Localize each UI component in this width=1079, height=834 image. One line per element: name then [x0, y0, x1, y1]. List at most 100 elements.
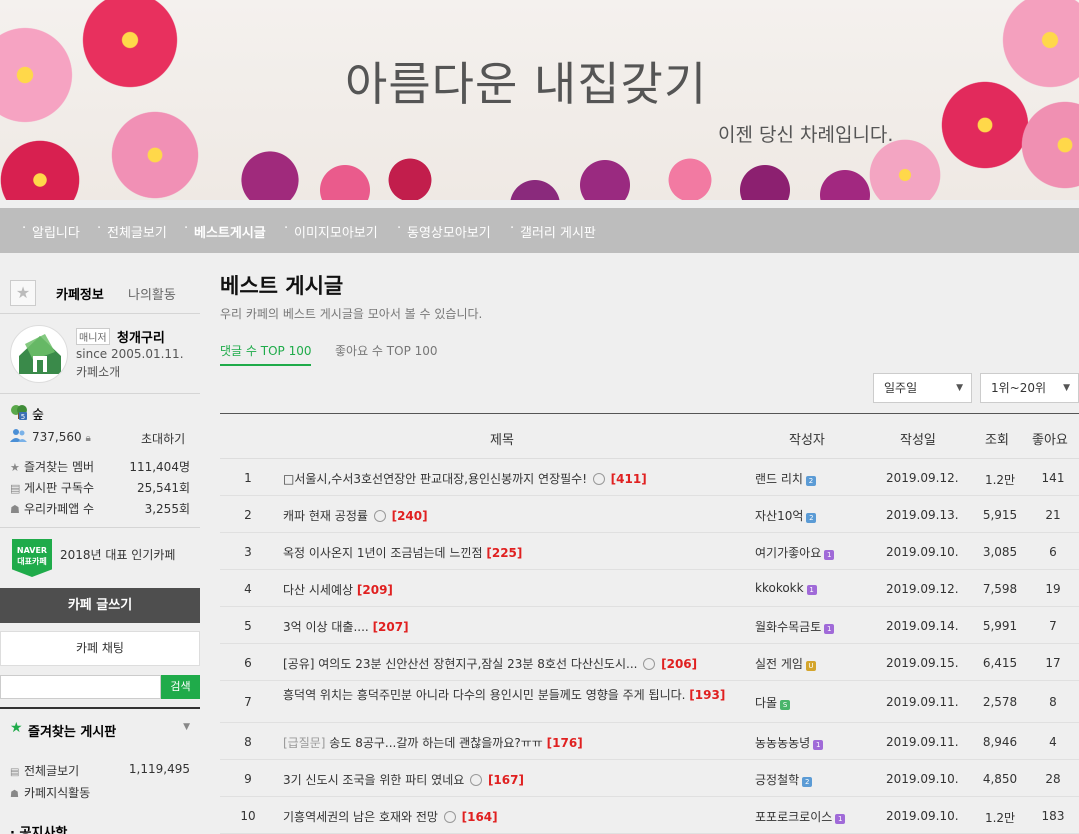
- nav-item[interactable]: 갤러리 게시판: [520, 222, 596, 241]
- cafe-stat-row[interactable]: ▤ 게시판 구독수 25,541회: [10, 479, 190, 496]
- tab-my-activity[interactable]: 나의활동: [128, 284, 176, 303]
- notice-section[interactable]: · 공지사항: [10, 822, 67, 834]
- post-views: 1.2만: [984, 810, 1016, 825]
- post-title-text: 캐파 현재 공정률: [283, 509, 368, 523]
- comment-count: [164]: [461, 810, 498, 824]
- post-title-link[interactable]: 3기 신도시 조국을 위한 파티 였네요 [167]: [283, 771, 524, 788]
- naver-badge-line: 대표카페: [17, 557, 47, 566]
- post-title-link[interactable]: 캐파 현재 공정률 [240]: [283, 507, 428, 524]
- post-date: 2019.09.11.: [886, 695, 959, 709]
- cafe-intro-link[interactable]: 카페소개: [76, 363, 120, 380]
- comment-count: [209]: [356, 583, 393, 597]
- cafe-banner[interactable]: 아름다운 내집갖기 이젠 당신 차례입니다.: [0, 0, 1079, 200]
- post-title-link[interactable]: 기흥역세권의 남은 호재와 전망 [164]: [283, 808, 498, 825]
- post-title-link[interactable]: [급질문] 송도 8공구...갈까 하는데 괜찮을까요?ㅠㅠ [176]: [283, 734, 583, 751]
- post-views: 7,598: [982, 581, 1018, 596]
- table-row[interactable]: 6 [공유] 여의도 23분 신안산선 장현지구,잠실 23분 8호선 다산신도시…: [220, 644, 1079, 681]
- invite-link[interactable]: 초대하기: [141, 430, 185, 447]
- board-link[interactable]: ☗ 카페지식활동: [10, 784, 190, 801]
- member-level-icon: U: [805, 660, 816, 671]
- post-title-link[interactable]: 옥정 이사온지 1년이 조금넘는데 느낀점 [225]: [283, 544, 522, 561]
- tree-level-icon: 5: [11, 405, 27, 420]
- tab-likes-top100[interactable]: 좋아요 수 TOP 100: [335, 342, 438, 359]
- table-row[interactable]: 9 3기 신도시 조국을 위한 파티 였네요 [167] 긍정철학 2 2019.09.…: [220, 760, 1079, 797]
- post-author[interactable]: 농농농농녕 1: [755, 734, 824, 751]
- nav-separator: ·: [22, 221, 27, 236]
- post-author[interactable]: 다몰 S: [755, 694, 791, 711]
- tab-cafe-info[interactable]: 카페정보: [56, 284, 104, 303]
- post-author[interactable]: 포포로크로이스 1: [755, 808, 846, 825]
- nav-item[interactable]: 알립니다: [32, 222, 80, 241]
- post-author[interactable]: 긍정철학 2: [755, 771, 813, 788]
- chevron-down-icon[interactable]: ▼: [183, 722, 190, 732]
- post-likes: 17: [1045, 655, 1061, 670]
- member-level-icon: 1: [835, 813, 846, 824]
- post-likes: 141: [1041, 470, 1065, 485]
- post-author[interactable]: 월화수목금토 1: [755, 618, 835, 635]
- naver-badge-line: NAVER: [16, 546, 48, 555]
- post-author[interactable]: 여기가좋아요 1: [755, 544, 835, 561]
- table-row[interactable]: 4 다산 시세예상 [209] kkokokk 1 2019.09.12. 7,598 19: [220, 570, 1079, 607]
- search-button[interactable]: 검색: [161, 675, 200, 699]
- cafe-chat-button[interactable]: 카페 채팅: [0, 631, 200, 666]
- nav-separator: ·: [510, 221, 515, 236]
- post-title-link[interactable]: □서울시,수서3호선연장안 판교대장,용인신봉까지 연장필수! [411]: [283, 470, 647, 487]
- post-date: 2019.09.13.: [886, 507, 959, 522]
- table-row[interactable]: 5 3억 이상 대출.... [207] 월화수목금토 1 2019.09.14. 5,9…: [220, 607, 1079, 644]
- caret-down-icon: ▼: [956, 383, 963, 393]
- board-link[interactable]: ▤ 전체글보기 1,119,495: [10, 762, 190, 779]
- post-author[interactable]: 랜드 리치 2: [755, 470, 816, 487]
- post-rank: 3: [244, 544, 252, 559]
- page-description: 우리 카페의 베스트 게시글을 모아서 볼 수 있습니다.: [220, 307, 483, 321]
- write-post-button[interactable]: 카페 글쓰기: [0, 588, 200, 623]
- range-select[interactable]: 1위~20위 ▼: [980, 373, 1079, 403]
- post-title-text: □서울시,수서3호선연장안 판교대장,용인신봉까지 연장필수!: [283, 472, 588, 486]
- nav-item[interactable]: 이미지모아보기: [294, 222, 378, 241]
- table-row[interactable]: 2 캐파 현재 공정률 [240] 자산10억 2 2019.09.13. 5,915 21: [220, 496, 1079, 533]
- table-row[interactable]: 7 흥덕역 위치는 흥덕주민분 아니라 다수의 용인시민 분들께도 영향을 주게 …: [220, 681, 1079, 723]
- nav-item[interactable]: 전체글보기: [107, 222, 167, 241]
- board-count: 1,119,495: [128, 762, 190, 776]
- cafe-search-input[interactable]: [0, 675, 161, 699]
- table-row[interactable]: 3 옥정 이사온지 1년이 조금넘는데 느낀점 [225] 여기가좋아요 1 2019.…: [220, 533, 1079, 570]
- post-title-link[interactable]: 흥덕역 위치는 흥덕주민분 아니라 다수의 용인시민 분들께도 영향을 주게 됩…: [283, 687, 743, 703]
- stat-icon: ☗: [10, 503, 20, 516]
- table-row[interactable]: 1 □서울시,수서3호선연장안 판교대장,용인신봉까지 연장필수! [411] 랜드…: [220, 459, 1079, 496]
- post-title-link[interactable]: [공유] 여의도 23분 신안산선 장현지구,잠실 23분 8호선 다산신도시.…: [283, 655, 697, 672]
- member-level-icon: 1: [824, 549, 835, 560]
- post-title-link[interactable]: 3억 이상 대출.... [207]: [283, 618, 409, 635]
- cafe-stat-row[interactable]: ☗ 우리카페앱 수 3,255회: [10, 500, 190, 517]
- post-date: 2019.09.10.: [886, 808, 959, 823]
- nav-item[interactable]: 동영상모아보기: [407, 222, 491, 241]
- member-level-icon: 1: [813, 739, 824, 750]
- cafe-logo[interactable]: [10, 325, 68, 383]
- post-author[interactable]: 자산10억 2: [755, 507, 817, 524]
- author-name: 월화수목금토: [755, 619, 822, 634]
- cafe-stat-row[interactable]: ★ 즐겨찾는 멤버 111,404명: [10, 458, 190, 475]
- post-date: 2019.09.15.: [886, 655, 959, 670]
- member-count: 737,560 🔒︎: [32, 430, 91, 444]
- comment-count: [176]: [546, 736, 583, 750]
- post-author[interactable]: kkokokk 1: [755, 581, 817, 595]
- stat-label: 즐겨찾는 멤버: [24, 460, 95, 474]
- cafe-level: 숲: [32, 408, 44, 423]
- post-likes: 4: [1049, 734, 1057, 749]
- comment-count: [240]: [391, 509, 428, 523]
- manager-name[interactable]: 청개구리: [117, 327, 165, 346]
- lock-icon: 🔒︎: [85, 433, 91, 444]
- post-title-link[interactable]: 다산 시세예상 [209]: [283, 581, 393, 598]
- member-level-icon: S: [780, 700, 791, 710]
- favorite-boards-header[interactable]: ★ 즐겨찾는 게시판 ▼: [0, 707, 200, 747]
- nav-item[interactable]: 베스트게시글: [194, 222, 266, 241]
- table-row[interactable]: 10 기흥역세권의 남은 호재와 전망 [164] 포포로크로이스 1 2019.09.…: [220, 797, 1079, 834]
- table-row[interactable]: 8 [급질문] 송도 8공구...갈까 하는데 괜찮을까요?ㅠㅠ [176] 농농농…: [220, 723, 1079, 760]
- tab-comments-top100[interactable]: 댓글 수 TOP 100: [220, 342, 311, 359]
- period-select[interactable]: 일주일 ▼: [873, 373, 972, 403]
- post-date: 2019.09.10.: [886, 771, 959, 786]
- post-author[interactable]: 실전 게임 U: [755, 655, 816, 672]
- post-rank: 8: [244, 734, 252, 749]
- favorite-boards-title: 즐겨찾는 게시판: [28, 725, 117, 740]
- image-attachment-icon: [373, 510, 386, 522]
- comment-count: [207]: [372, 620, 409, 634]
- favorite-star-icon[interactable]: ★: [10, 280, 36, 306]
